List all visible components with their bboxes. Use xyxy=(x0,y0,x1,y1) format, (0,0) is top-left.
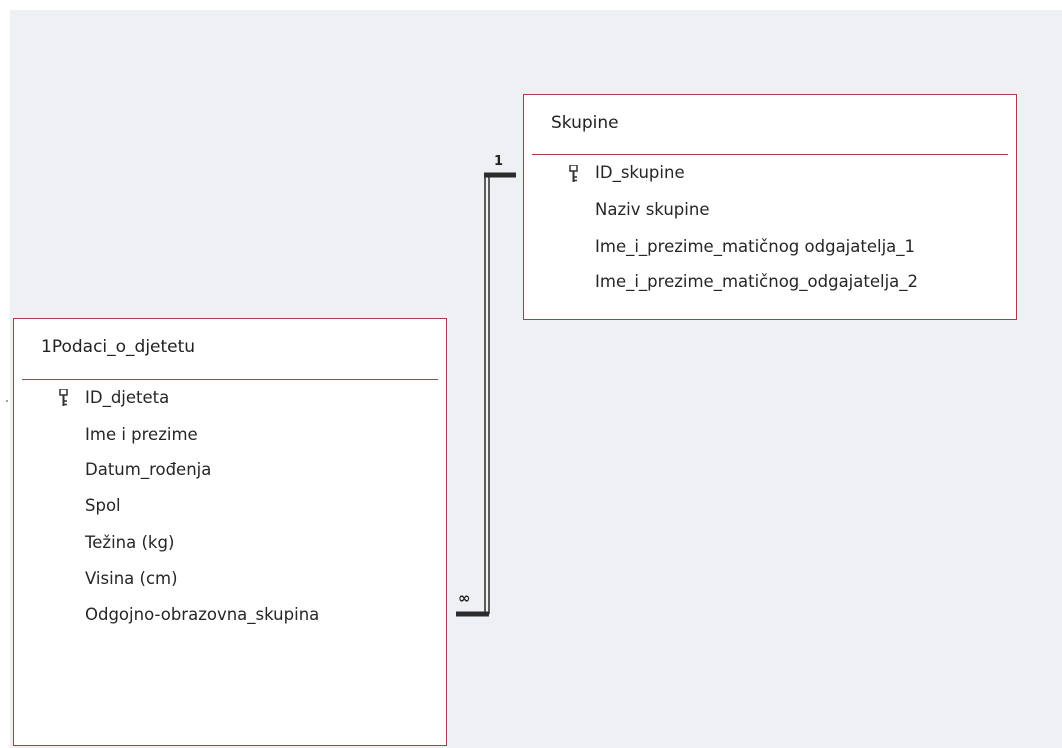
primary-key-icon xyxy=(569,165,578,182)
title-divider xyxy=(532,154,1008,155)
table-title[interactable]: Skupine xyxy=(551,113,619,133)
field-odgajatelj-2[interactable]: Ime_i_prezime_matičnog_odgajatelja_2 xyxy=(595,272,918,292)
field-naziv-skupine[interactable]: Naziv skupine xyxy=(595,200,709,220)
table-skupine[interactable]: Skupine ID_skupine Naziv skupine Ime_i_p… xyxy=(523,94,1017,320)
field-id-djeteta[interactable]: ID_djeteta xyxy=(85,388,169,408)
field-spol[interactable]: Spol xyxy=(85,496,121,516)
field-tezina[interactable]: Težina (kg) xyxy=(85,533,174,553)
table-podaci-o-djetetu[interactable]: 1Podaci_o_djetetu ID_djeteta Ime i prezi… xyxy=(13,318,447,746)
primary-key-icon xyxy=(59,389,68,406)
field-datum-rodenja[interactable]: Datum_rođenja xyxy=(85,460,211,480)
relationship-one-label: 1 xyxy=(494,154,504,169)
title-divider xyxy=(22,379,438,380)
relationship-many-label: ∞ xyxy=(458,589,470,607)
field-odgajatelj-1[interactable]: Ime_i_prezime_matičnog odgajatelja_1 xyxy=(595,237,915,257)
field-visina[interactable]: Visina (cm) xyxy=(85,569,178,589)
relationships-canvas: 1 ∞ Skupine ID_skupine Naziv skupine Ime… xyxy=(0,0,1062,748)
field-id-skupine[interactable]: ID_skupine xyxy=(595,163,685,183)
field-ime-i-prezime[interactable]: Ime i prezime xyxy=(85,425,198,445)
field-odgojno-obrazovna-skupina[interactable]: Odgojno-obrazovna_skupina xyxy=(85,605,319,625)
table-title[interactable]: 1Podaci_o_djetetu xyxy=(41,337,195,357)
